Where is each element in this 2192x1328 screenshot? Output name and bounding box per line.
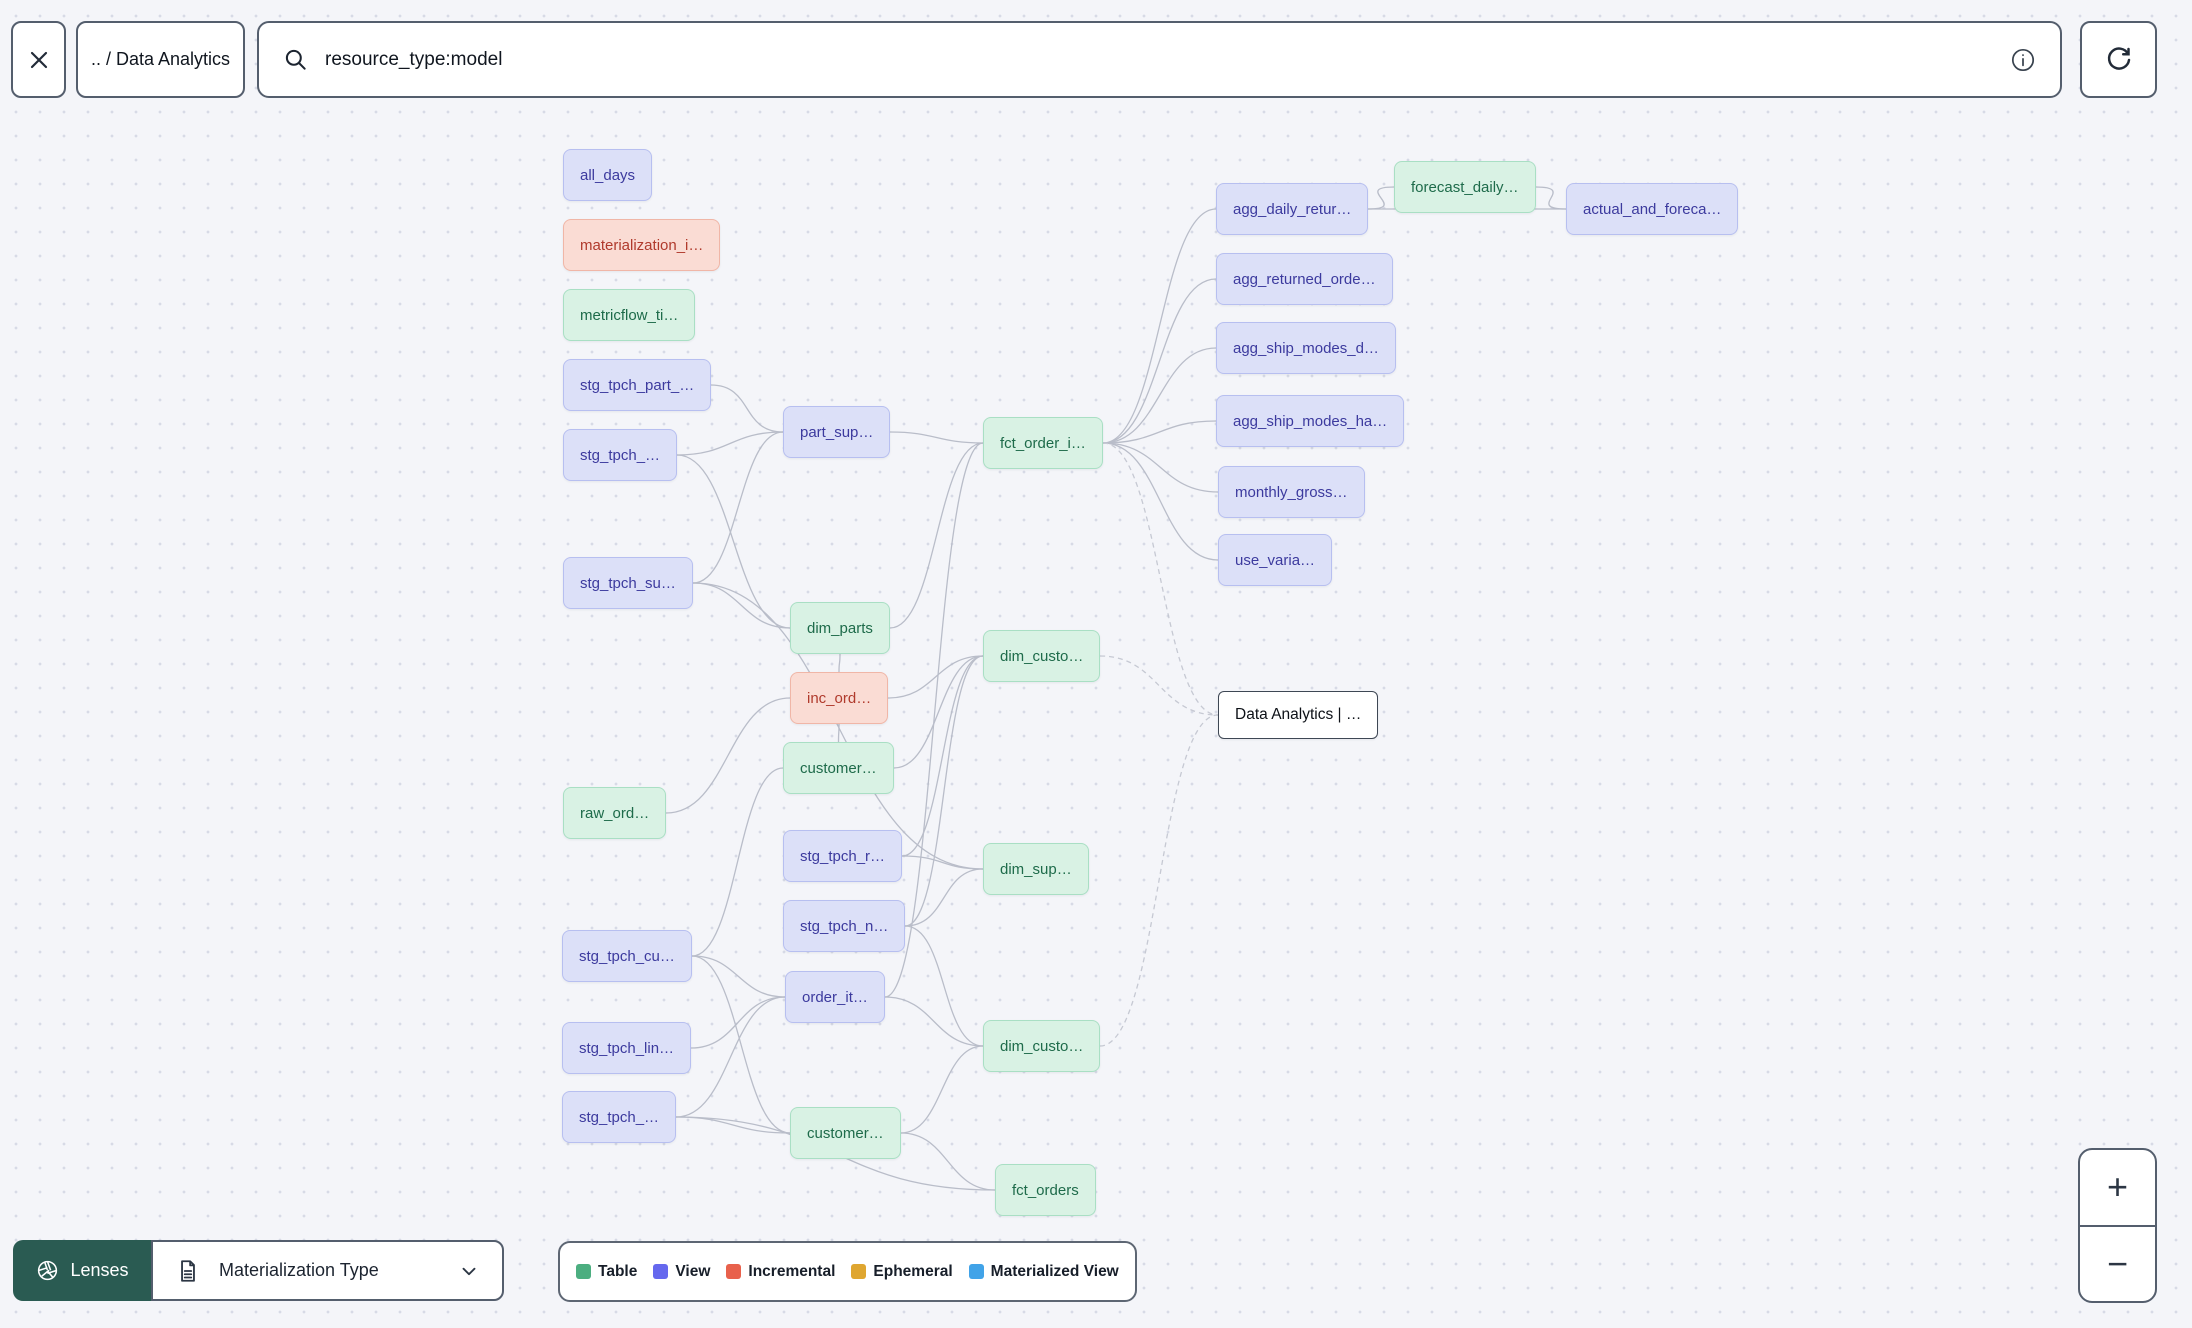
graph-node-raw_ord[interactable]: raw_ord… — [563, 787, 667, 839]
lenses-button[interactable]: Lenses — [13, 1240, 151, 1301]
graph-node-data_analytics[interactable]: Data Analytics | … — [1218, 691, 1379, 739]
lens-type-label: Materialization Type — [219, 1260, 379, 1280]
graph-node-dim_parts[interactable]: dim_parts — [790, 602, 890, 654]
legend-item: View — [653, 1263, 710, 1281]
zoom-out-button[interactable]: − — [2080, 1227, 2155, 1302]
graph-node-agg_ship_modes_ha[interactable]: agg_ship_modes_ha… — [1216, 395, 1405, 447]
graph-node-all_days[interactable]: all_days — [563, 149, 653, 201]
refresh-icon — [2104, 45, 2134, 75]
lens-type-dropdown[interactable]: Materialization Type — [151, 1240, 504, 1301]
graph-node-dim_custo_top[interactable]: dim_custo… — [983, 630, 1101, 682]
lenses-control: Lenses Materialization Type — [13, 1240, 504, 1301]
graph-node-stg_tpch_a[interactable]: stg_tpch_… — [563, 429, 678, 481]
graph-node-agg_daily_retur[interactable]: agg_daily_retur… — [1216, 183, 1369, 235]
search-bar[interactable] — [257, 21, 2062, 98]
zoom-out-icon: − — [2106, 1242, 2129, 1284]
legend-swatch — [968, 1264, 984, 1279]
graph-node-forecast_daily[interactable]: forecast_daily… — [1394, 161, 1536, 213]
graph-node-use_varia[interactable]: use_varia… — [1218, 534, 1333, 586]
zoom-in-button[interactable]: + — [2080, 1150, 2155, 1227]
graph-node-metricflow_ti[interactable]: metricflow_ti… — [563, 289, 696, 341]
graph-node-stg_tpch_r[interactable]: stg_tpch_r… — [783, 830, 903, 882]
legend: Table View Incremental Ephemeral Materialize… — [558, 1241, 1137, 1302]
legend-label: Table — [598, 1262, 638, 1280]
info-icon[interactable] — [2010, 47, 2036, 73]
graph-node-customer_mid[interactable]: customer… — [783, 742, 894, 794]
legend-item: Table — [576, 1263, 637, 1281]
graph-node-dim_sup[interactable]: dim_sup… — [983, 843, 1089, 895]
graph-node-stg_tpch_cu[interactable]: stg_tpch_cu… — [562, 930, 692, 982]
legend-item: Ephemeral — [851, 1262, 953, 1281]
legend-swatch — [653, 1264, 669, 1279]
legend-item: Incremental — [726, 1263, 835, 1281]
legend-label: View — [675, 1262, 711, 1280]
lenses-label: Lenses — [70, 1260, 129, 1280]
graph-node-order_it[interactable]: order_it… — [785, 971, 885, 1023]
graph-node-fct_orders[interactable]: fct_orders — [995, 1164, 1096, 1216]
aperture-icon — [35, 1258, 60, 1283]
graph-node-fct_order_i[interactable]: fct_order_i… — [983, 417, 1103, 469]
chevron-down-icon — [458, 1260, 480, 1282]
graph-node-agg_returned_orde[interactable]: agg_returned_orde… — [1216, 253, 1393, 305]
graph-node-agg_ship_modes_d[interactable]: agg_ship_modes_d… — [1216, 322, 1396, 374]
graph-node-dim_custo_bot[interactable]: dim_custo… — [983, 1020, 1101, 1072]
breadcrumb-label: .. / Data Analytics — [90, 49, 231, 69]
lineage-canvas[interactable]: all_days materialization_i… metricflow_ti…… — [0, 0, 2192, 1328]
legend-label: Ephemeral — [873, 1262, 953, 1280]
graph-node-stg_tpch_n[interactable]: stg_tpch_n… — [783, 900, 906, 952]
graph-node-actual_and_foreca[interactable]: actual_and_foreca… — [1566, 183, 1739, 235]
legend-item: Materialized View — [968, 1262, 1119, 1281]
legend-swatch — [726, 1264, 742, 1279]
graph-node-customer_bot[interactable]: customer… — [790, 1107, 901, 1159]
search-input[interactable] — [325, 48, 1994, 71]
graph-node-monthly_gross[interactable]: monthly_gross… — [1218, 466, 1365, 518]
graph-node-stg_tpch_lin[interactable]: stg_tpch_lin… — [562, 1022, 692, 1074]
graph-node-part_sup[interactable]: part_sup… — [783, 406, 891, 458]
close-icon — [27, 48, 51, 72]
graph-node-materialization_i[interactable]: materialization_i… — [563, 219, 721, 271]
search-icon — [283, 47, 309, 73]
legend-swatch — [851, 1264, 867, 1279]
graph-node-inc_ord[interactable]: inc_ord… — [790, 672, 889, 724]
zoom-controls: + − — [2078, 1148, 2157, 1303]
refresh-button[interactable] — [2080, 21, 2157, 98]
graph-node-stg_tpch_o[interactable]: stg_tpch_… — [562, 1091, 677, 1143]
close-button[interactable] — [11, 21, 66, 98]
legend-swatch — [576, 1264, 591, 1279]
graph-node-stg_tpch_part[interactable]: stg_tpch_part_… — [563, 359, 712, 411]
document-icon — [175, 1258, 201, 1284]
legend-label: Incremental — [748, 1262, 836, 1280]
graph-node-stg_tpch_su[interactable]: stg_tpch_su… — [563, 557, 693, 609]
zoom-in-icon: + — [2106, 1166, 2129, 1208]
breadcrumb[interactable]: .. / Data Analytics — [76, 21, 245, 98]
legend-label: Materialized View — [990, 1262, 1119, 1280]
